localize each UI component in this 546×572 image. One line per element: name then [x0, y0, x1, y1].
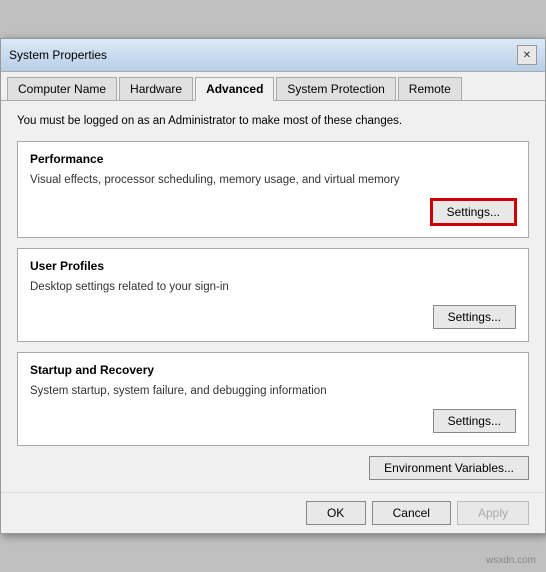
tab-computer-name[interactable]: Computer Name [7, 77, 117, 101]
env-btn-row: Environment Variables... [17, 456, 529, 480]
tabs-container: Computer Name Hardware Advanced System P… [1, 72, 545, 101]
tab-remote[interactable]: Remote [398, 77, 462, 101]
cancel-button[interactable]: Cancel [372, 501, 451, 525]
close-button[interactable]: ✕ [517, 45, 537, 65]
performance-btn-row: Settings... [30, 199, 516, 225]
tab-hardware[interactable]: Hardware [119, 77, 193, 101]
user-profiles-settings-button[interactable]: Settings... [433, 305, 516, 329]
user-profiles-section: User Profiles Desktop settings related t… [17, 248, 529, 342]
title-bar: System Properties ✕ [1, 39, 545, 72]
startup-recovery-title: Startup and Recovery [30, 363, 516, 377]
user-profiles-btn-row: Settings... [30, 305, 516, 329]
performance-description: Visual effects, processor scheduling, me… [30, 172, 516, 188]
user-profiles-description: Desktop settings related to your sign-in [30, 279, 516, 295]
startup-recovery-description: System startup, system failure, and debu… [30, 383, 516, 399]
environment-variables-button[interactable]: Environment Variables... [369, 456, 529, 480]
system-properties-window: System Properties ✕ Computer Name Hardwa… [0, 38, 546, 533]
performance-title: Performance [30, 152, 516, 166]
window-title: System Properties [9, 48, 107, 62]
watermark: wsxdn.com [486, 555, 536, 566]
performance-settings-button[interactable]: Settings... [431, 199, 516, 225]
footer: OK Cancel Apply [1, 492, 545, 533]
tab-advanced[interactable]: Advanced [195, 77, 274, 101]
apply-button[interactable]: Apply [457, 501, 529, 525]
tab-system-protection[interactable]: System Protection [276, 77, 395, 101]
title-bar-controls: ✕ [517, 45, 537, 65]
performance-section: Performance Visual effects, processor sc… [17, 141, 529, 237]
startup-recovery-settings-button[interactable]: Settings... [433, 409, 516, 433]
ok-button[interactable]: OK [306, 501, 366, 525]
startup-recovery-btn-row: Settings... [30, 409, 516, 433]
admin-notice: You must be logged on as an Administrato… [17, 113, 529, 129]
startup-recovery-section: Startup and Recovery System startup, sys… [17, 352, 529, 446]
user-profiles-title: User Profiles [30, 259, 516, 273]
tab-content: You must be logged on as an Administrato… [1, 101, 545, 491]
